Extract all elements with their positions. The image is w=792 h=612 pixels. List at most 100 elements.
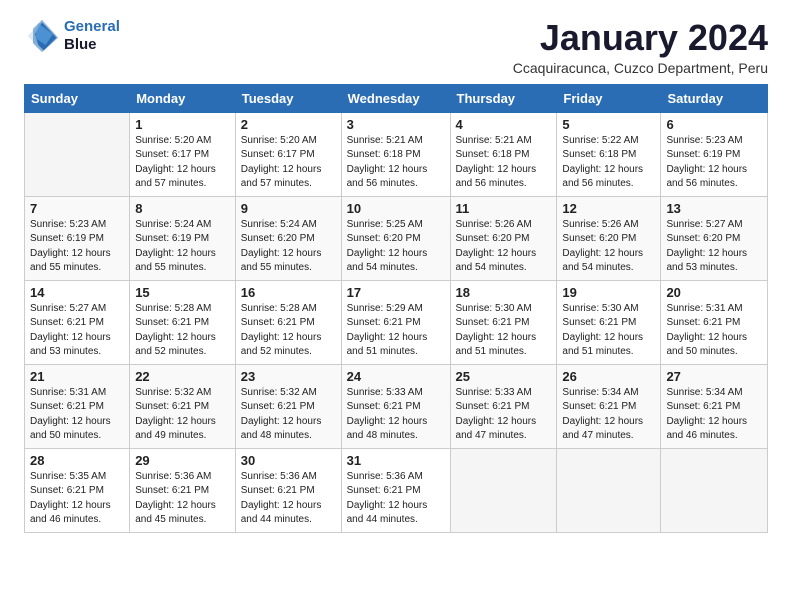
calendar-day-cell: 21Sunrise: 5:31 AMSunset: 6:21 PMDayligh…	[25, 364, 130, 448]
daylight-text: Daylight: 12 hours and 52 minutes.	[241, 332, 322, 358]
sunrise-text: Sunrise: 5:31 AM	[666, 303, 742, 314]
daylight-text: Daylight: 12 hours and 57 minutes.	[241, 164, 322, 190]
day-number: 23	[241, 369, 336, 384]
logo-icon	[24, 18, 60, 54]
calendar-day-cell: 18 Sunrise: 5:30 AM Sunset: 6:21 PM Dayligh…	[450, 280, 557, 364]
sunrise-text: Sunrise: 5:35 AM	[30, 471, 106, 482]
day-info: Sunrise: 5:21 AMSunset: 6:18 PMDaylight:…	[347, 134, 445, 192]
calendar-day-cell: 3Sunrise: 5:21 AMSunset: 6:18 PMDaylight…	[341, 112, 450, 196]
calendar-week-row: 14Sunrise: 5:27 AMSunset: 6:21 PMDayligh…	[25, 280, 768, 364]
daylight-text: Daylight: 12 hours and 48 minutes.	[241, 416, 322, 442]
sunrise-text: Sunrise: 5:30 AM	[456, 303, 532, 314]
weekday-header-cell: Friday	[557, 84, 661, 112]
calendar-day-cell: 23Sunrise: 5:32 AMSunset: 6:21 PMDayligh…	[235, 364, 341, 448]
day-number: 2	[241, 117, 336, 132]
daylight-text: Daylight: 12 hours and 44 minutes.	[347, 500, 428, 526]
daylight-text: Daylight: 12 hours and 54 minutes.	[456, 248, 537, 274]
sunrise-text: Sunrise: 5:36 AM	[347, 471, 423, 482]
sunrise-text: Sunrise: 5:20 AM	[241, 135, 317, 146]
sunrise-text: Sunrise: 5:27 AM	[666, 219, 742, 230]
sunrise-text: Sunrise: 5:24 AM	[241, 219, 317, 230]
daylight-text: Daylight: 12 hours and 47 minutes.	[456, 416, 537, 442]
sunset-text: Sunset: 6:20 PM	[347, 233, 421, 244]
day-number: 17	[347, 285, 445, 300]
daylight-text: Daylight: 12 hours and 55 minutes.	[241, 248, 322, 274]
day-info: Sunrise: 5:36 AM Sunset: 6:21 PM Daylight:…	[347, 470, 445, 528]
daylight-text: Daylight: 12 hours and 51 minutes.	[347, 332, 428, 358]
day-number: 1	[135, 117, 230, 132]
daylight-text: Daylight: 12 hours and 56 minutes.	[562, 164, 643, 190]
sunrise-text: Sunrise: 5:21 AM	[347, 135, 423, 146]
daylight-text: Daylight: 12 hours and 57 minutes.	[135, 164, 216, 190]
sunset-text: Sunset: 6:21 PM	[241, 317, 315, 328]
sunset-text: Sunset: 6:21 PM	[456, 317, 530, 328]
sunset-text: Sunset: 6:21 PM	[135, 317, 209, 328]
page: General Blue January 2024 Ccaquiracunca,…	[0, 0, 792, 612]
calendar-day-cell: 4Sunrise: 5:21 AMSunset: 6:18 PMDaylight…	[450, 112, 557, 196]
sunset-text: Sunset: 6:21 PM	[347, 401, 421, 412]
day-info: Sunrise: 5:27 AMSunset: 6:20 PMDaylight:…	[666, 218, 762, 276]
sunset-text: Sunset: 6:21 PM	[666, 317, 740, 328]
sunset-text: Sunset: 6:20 PM	[666, 233, 740, 244]
day-info: Sunrise: 5:23 AMSunset: 6:19 PMDaylight:…	[30, 218, 124, 276]
day-info: Sunrise: 5:22 AMSunset: 6:18 PMDaylight:…	[562, 134, 655, 192]
calendar-body: 1Sunrise: 5:20 AMSunset: 6:17 PMDaylight…	[25, 112, 768, 532]
header-row: General Blue January 2024 Ccaquiracunca,…	[24, 18, 768, 76]
day-info: Sunrise: 5:36 AMSunset: 6:21 PMDaylight:…	[135, 470, 230, 528]
day-number: 19	[562, 285, 655, 300]
calendar-day-cell	[450, 448, 557, 532]
calendar-day-cell: 6Sunrise: 5:23 AMSunset: 6:19 PMDaylight…	[661, 112, 768, 196]
sunrise-text: Sunrise: 5:31 AM	[30, 387, 106, 398]
sunrise-text: Sunrise: 5:21 AM	[456, 135, 532, 146]
sunrise-text: Sunrise: 5:27 AM	[30, 303, 106, 314]
day-info: Sunrise: 5:31 AMSunset: 6:21 PMDaylight:…	[666, 302, 762, 360]
sunrise-text: Sunrise: 5:32 AM	[241, 387, 317, 398]
day-number: 7	[30, 201, 124, 216]
calendar-day-cell: 17 Sunrise: 5:29 AMSunset: 6:21 PMDayligh…	[341, 280, 450, 364]
calendar-day-cell: 25 Sunrise: 5:33 AMSunset: 6:21 PMDayligh…	[450, 364, 557, 448]
day-number: 18	[456, 285, 552, 300]
calendar-day-cell: 24Sunrise: 5:33 AMSunset: 6:21 PMDayligh…	[341, 364, 450, 448]
day-info: Sunrise: 5:32 AMSunset: 6:21 PMDaylight:…	[135, 386, 230, 444]
day-info: Sunrise: 5:34 AMSunset: 6:21 PMDaylight:…	[666, 386, 762, 444]
sunset-text: Sunset: 6:21 PM	[347, 317, 421, 328]
calendar-day-cell: 19Sunrise: 5:30 AMSunset: 6:21 PMDayligh…	[557, 280, 661, 364]
sunrise-text: Sunrise: 5:32 AM	[135, 387, 211, 398]
day-info: Sunrise: 5:27 AMSunset: 6:21 PMDaylight:…	[30, 302, 124, 360]
daylight-text: Daylight: 12 hours and 48 minutes.	[347, 416, 428, 442]
daylight-text: Daylight: 12 hours and 51 minutes.	[456, 332, 537, 358]
day-info: Sunrise: 5:26 AMSunset: 6:20 PMDaylight:…	[562, 218, 655, 276]
sunset-text: Sunset: 6:21 PM	[135, 401, 209, 412]
daylight-text: Daylight: 12 hours and 54 minutes.	[562, 248, 643, 274]
day-number: 11	[456, 201, 552, 216]
subtitle: Ccaquiracunca, Cuzco Department, Peru	[513, 60, 768, 76]
day-number: 4	[456, 117, 552, 132]
daylight-text: Daylight: 12 hours and 51 minutes.	[562, 332, 643, 358]
day-info: Sunrise: 5:29 AMSunset: 6:21 PMDaylight:…	[347, 302, 445, 360]
day-number: 30	[241, 453, 336, 468]
sunset-text: Sunset: 6:18 PM	[562, 149, 636, 160]
day-number: 6	[666, 117, 762, 132]
calendar-day-cell	[25, 112, 130, 196]
day-info: Sunrise: 5:31 AMSunset: 6:21 PMDaylight:…	[30, 386, 124, 444]
sunrise-text: Sunrise: 5:36 AM	[135, 471, 211, 482]
calendar-day-cell: 26Sunrise: 5:34 AMSunset: 6:21 PMDayligh…	[557, 364, 661, 448]
sunset-text: Sunset: 6:21 PM	[562, 317, 636, 328]
weekday-header-cell: Monday	[130, 84, 236, 112]
day-number: 25	[456, 369, 552, 384]
day-number: 27	[666, 369, 762, 384]
sunset-text: Sunset: 6:21 PM	[347, 485, 421, 496]
day-number: 26	[562, 369, 655, 384]
day-info: Sunrise: 5:33 AMSunset: 6:21 PMDaylight:…	[456, 386, 552, 444]
weekday-header-cell: Sunday	[25, 84, 130, 112]
sunset-text: Sunset: 6:20 PM	[562, 233, 636, 244]
logo-blue: Blue	[64, 36, 120, 54]
calendar-day-cell: 9Sunrise: 5:24 AMSunset: 6:20 PMDaylight…	[235, 196, 341, 280]
weekday-header-cell: Thursday	[450, 84, 557, 112]
calendar-day-cell: 7 Sunrise: 5:23 AMSunset: 6:19 PMDaylight…	[25, 196, 130, 280]
sunrise-text: Sunrise: 5:34 AM	[562, 387, 638, 398]
daylight-text: Daylight: 12 hours and 55 minutes.	[135, 248, 216, 274]
sunset-text: Sunset: 6:21 PM	[241, 485, 315, 496]
calendar-day-cell: 14Sunrise: 5:27 AMSunset: 6:21 PMDayligh…	[25, 280, 130, 364]
sunrise-text: Sunrise: 5:26 AM	[456, 219, 532, 230]
